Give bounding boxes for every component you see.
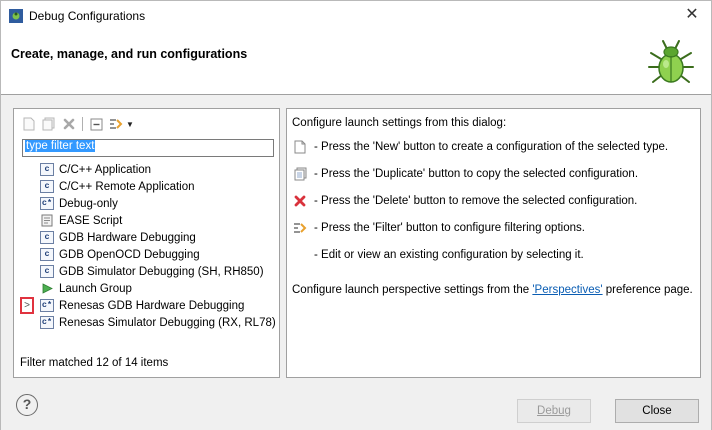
instruction-text: - Press the 'Filter' button to configure… bbox=[314, 222, 585, 234]
tree-item-label: Renesas GDB Hardware Debugging bbox=[59, 299, 245, 312]
tree-item-gdb-hardware-debugging[interactable]: c GDB Hardware Debugging bbox=[40, 229, 196, 246]
filter-icon[interactable] bbox=[108, 116, 125, 133]
instruction-edit: - Edit or view an existing configuration… bbox=[292, 248, 584, 262]
debug-button-label: Debug bbox=[537, 405, 571, 417]
c-config-icon: c bbox=[40, 180, 54, 193]
collapse-all-icon[interactable] bbox=[88, 116, 105, 133]
perspectives-suffix: preference page. bbox=[602, 284, 693, 296]
perspectives-prefix: Configure launch perspective settings fr… bbox=[292, 284, 533, 296]
tree-item-launch-group[interactable]: Launch Group bbox=[40, 280, 132, 297]
bug-icon bbox=[648, 40, 694, 83]
c-config-icon: c bbox=[40, 248, 54, 261]
c-debug-config-icon: c* bbox=[40, 197, 54, 210]
c-config-icon: c bbox=[40, 231, 54, 244]
close-window-icon[interactable]: ✕ bbox=[683, 6, 701, 24]
main-body: ▼ type filter text c C/C++ Application c… bbox=[1, 96, 711, 386]
instruction-text: - Press the 'Duplicate' button to copy t… bbox=[314, 168, 639, 180]
debug-configurations-dialog: Debug Configurations ✕ Create, manage, a… bbox=[0, 0, 712, 430]
tree-item-label: Debug-only bbox=[59, 197, 118, 210]
perspectives-link[interactable]: 'Perspectives' bbox=[532, 284, 602, 296]
c-debug-config-icon: c* bbox=[40, 316, 54, 329]
debug-app-icon bbox=[9, 9, 23, 23]
header-banner: Create, manage, and run configurations bbox=[1, 31, 711, 95]
script-icon bbox=[41, 214, 53, 227]
panel-splitter[interactable] bbox=[281, 108, 285, 378]
tree-item-gdb-openocd-debugging[interactable]: c GDB OpenOCD Debugging bbox=[40, 246, 200, 263]
tree-item-label: C/C++ Remote Application bbox=[59, 180, 195, 193]
c-config-icon: c bbox=[40, 265, 54, 278]
c-config-icon: c bbox=[40, 163, 54, 176]
debug-button[interactable]: Debug bbox=[517, 399, 591, 423]
tree-item-label: Launch Group bbox=[59, 282, 132, 295]
tree-item-ease-script[interactable]: EASE Script bbox=[40, 212, 122, 229]
tree-item-cpp-application[interactable]: c C/C++ Application bbox=[40, 161, 151, 178]
instruction-duplicate: - Press the 'Duplicate' button to copy t… bbox=[292, 167, 638, 181]
instructions-panel: Configure launch settings from this dial… bbox=[286, 108, 701, 378]
toolbar-separator bbox=[82, 117, 83, 131]
delete-icon[interactable] bbox=[60, 116, 77, 133]
filter-input-value: type filter text bbox=[25, 140, 96, 152]
tree-item-renesas-simulator-debugging[interactable]: c* Renesas Simulator Debugging (RX, RL78… bbox=[40, 314, 276, 331]
instruction-text: - Edit or view an existing configuration… bbox=[314, 249, 584, 261]
expand-arrow-icon[interactable]: > bbox=[20, 297, 34, 314]
config-toolbar: ▼ bbox=[20, 115, 134, 133]
instructions-intro: Configure launch settings from this dial… bbox=[292, 117, 507, 129]
button-bar: ? Debug Close bbox=[1, 386, 711, 430]
new-config-icon bbox=[292, 140, 308, 154]
banner-title: Create, manage, and run configurations bbox=[11, 47, 248, 61]
new-config-icon[interactable] bbox=[20, 116, 37, 133]
instruction-new: - Press the 'New' button to create a con… bbox=[292, 140, 668, 154]
instruction-text: - Press the 'Delete' button to remove th… bbox=[314, 195, 638, 207]
tree-item-renesas-gdb-hardware-debugging[interactable]: c* Renesas GDB Hardware Debugging bbox=[40, 297, 244, 314]
instruction-delete: - Press the 'Delete' button to remove th… bbox=[292, 194, 637, 208]
tree-item-label: EASE Script bbox=[59, 214, 123, 227]
c-debug-config-icon: c* bbox=[40, 299, 54, 312]
title-bar: Debug Configurations ✕ bbox=[1, 1, 711, 31]
tree-item-label: C/C++ Application bbox=[59, 163, 152, 176]
perspectives-line: Configure launch perspective settings fr… bbox=[292, 284, 693, 296]
tree-item-label: GDB OpenOCD Debugging bbox=[59, 248, 200, 261]
filter-input[interactable]: type filter text bbox=[22, 139, 274, 157]
tree-item-cpp-remote-application[interactable]: c C/C++ Remote Application bbox=[40, 178, 195, 195]
launch-group-icon bbox=[42, 283, 53, 294]
window-title: Debug Configurations bbox=[29, 9, 146, 23]
duplicate-icon bbox=[292, 167, 308, 181]
tree-item-label: GDB Hardware Debugging bbox=[59, 231, 196, 244]
help-icon[interactable]: ? bbox=[16, 394, 38, 416]
instruction-filter: - Press the 'Filter' button to configure… bbox=[292, 221, 585, 235]
configuration-type-panel: ▼ type filter text c C/C++ Application c… bbox=[13, 108, 280, 378]
tree-item-gdb-simulator-debugging[interactable]: c GDB Simulator Debugging (SH, RH850) bbox=[40, 263, 264, 280]
delete-icon bbox=[292, 194, 308, 208]
instruction-text: - Press the 'New' button to create a con… bbox=[314, 141, 669, 153]
close-button[interactable]: Close bbox=[615, 399, 699, 423]
tree-item-label: GDB Simulator Debugging (SH, RH850) bbox=[59, 265, 264, 278]
filter-status-text: Filter matched 12 of 14 items bbox=[20, 357, 169, 369]
tree-item-label: Renesas Simulator Debugging (RX, RL78) bbox=[59, 316, 276, 329]
duplicate-icon[interactable] bbox=[40, 116, 57, 133]
tree-item-debug-only[interactable]: c* Debug-only bbox=[40, 195, 118, 212]
filter-icon bbox=[292, 221, 308, 235]
filter-dropdown-arrow-icon[interactable]: ▼ bbox=[126, 120, 134, 129]
